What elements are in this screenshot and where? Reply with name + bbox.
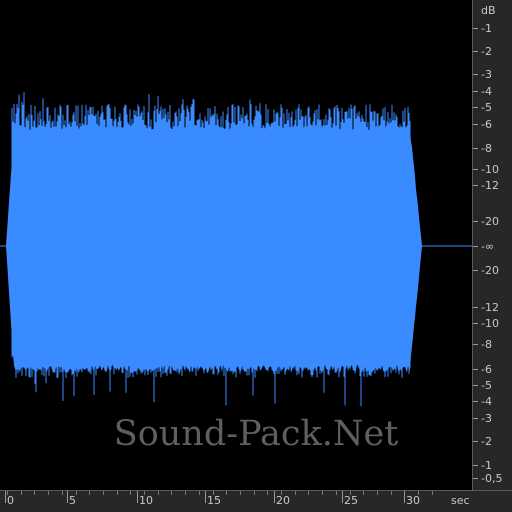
time-minor-tick: [226, 491, 227, 495]
db-tick: [473, 51, 478, 52]
db-ruler: dB -1 -2 -3 -4 -5 -6 -8 -10 -12 -20 -∞ -20 -12 -10 -8 -…: [472, 0, 512, 490]
db-tick: [473, 478, 478, 479]
time-tick: [205, 491, 206, 503]
waveform-view[interactable]: [0, 0, 472, 490]
db-tick-label: -2: [481, 435, 492, 448]
db-tick-label: -10: [481, 317, 499, 330]
time-tick: [404, 491, 405, 503]
time-minor-tick: [377, 491, 378, 495]
time-minor-tick: [432, 491, 433, 495]
db-tick: [473, 270, 478, 271]
time-ruler[interactable]: sec 0 5 10 15 20 25 30: [0, 490, 512, 512]
time-tick-label: 0: [7, 494, 14, 507]
time-minor-tick: [171, 491, 172, 495]
db-unit-label: dB: [481, 4, 496, 17]
time-minor-tick: [158, 491, 159, 495]
db-tick: [473, 441, 478, 442]
db-tick: [473, 246, 478, 247]
db-tick: [473, 401, 478, 402]
db-tick: [473, 418, 478, 419]
db-tick-label: -1: [481, 459, 492, 472]
time-minor-tick: [185, 491, 186, 495]
db-tick: [473, 344, 478, 345]
db-tick: [473, 148, 478, 149]
time-minor-tick: [308, 491, 309, 495]
time-tick: [274, 491, 275, 503]
db-tick-label: -20: [481, 264, 499, 277]
time-tick-label: 15: [207, 494, 221, 507]
db-tick-label: -5: [481, 101, 492, 114]
db-tick: [473, 369, 478, 370]
time-minor-tick: [267, 491, 268, 495]
time-minor-tick: [117, 491, 118, 495]
db-tick-label: -6: [481, 363, 492, 376]
db-tick-label: -0,5: [481, 472, 503, 485]
time-tick-label: 5: [69, 494, 76, 507]
time-tick: [67, 491, 68, 503]
db-tick: [473, 465, 478, 466]
db-tick-label: -8: [481, 338, 492, 351]
time-minor-tick: [295, 491, 296, 495]
time-tick: [342, 491, 343, 503]
time-minor-tick: [48, 491, 49, 495]
db-tick: [473, 28, 478, 29]
time-minor-tick: [391, 491, 392, 495]
db-tick: [473, 323, 478, 324]
time-minor-tick: [21, 491, 22, 495]
time-tick-label: 20: [276, 494, 290, 507]
db-tick-label: -8: [481, 142, 492, 155]
time-minor-tick: [199, 491, 200, 495]
db-tick-label: -3: [481, 412, 492, 425]
db-tick: [473, 74, 478, 75]
time-tick-label: 25: [344, 494, 358, 507]
db-tick-label: -12: [481, 179, 499, 192]
db-tick-label: -4: [481, 85, 492, 98]
db-tick-label: -4: [481, 395, 492, 408]
db-tick-label: -20: [481, 215, 499, 228]
db-tick-label: -6: [481, 118, 492, 131]
time-tick: [5, 491, 6, 503]
db-tick: [473, 221, 478, 222]
db-tick: [473, 91, 478, 92]
time-minor-tick: [240, 491, 241, 495]
time-minor-tick: [89, 491, 90, 495]
db-tick-label: -1: [481, 22, 492, 35]
db-tick-label: -12: [481, 301, 499, 314]
audio-editor: dB -1 -2 -3 -4 -5 -6 -8 -10 -12 -20 -∞ -20 -12 -10 -8-…: [0, 0, 512, 512]
db-tick-label: -∞: [481, 240, 495, 253]
db-tick: [473, 107, 478, 108]
db-tick: [473, 124, 478, 125]
time-minor-tick: [103, 491, 104, 495]
time-minor-tick: [363, 491, 364, 495]
time-unit-label: sec: [451, 494, 470, 507]
db-tick-label: -2: [481, 45, 492, 58]
db-tick: [473, 169, 478, 170]
db-tick: [473, 385, 478, 386]
time-minor-tick: [322, 491, 323, 495]
time-minor-tick: [336, 491, 337, 495]
db-tick-label: -5: [481, 379, 492, 392]
time-tick-label: 10: [139, 494, 153, 507]
db-tick: [473, 185, 478, 186]
time-minor-tick: [34, 491, 35, 495]
time-minor-tick: [130, 491, 131, 495]
waveform-canvas[interactable]: [0, 0, 472, 490]
time-minor-tick: [76, 491, 77, 495]
db-tick: [473, 307, 478, 308]
db-tick-label: -3: [481, 68, 492, 81]
time-minor-tick: [62, 491, 63, 495]
db-tick-label: -10: [481, 163, 499, 176]
time-tick: [137, 491, 138, 503]
time-minor-tick: [254, 491, 255, 495]
time-tick-label: 30: [406, 494, 420, 507]
